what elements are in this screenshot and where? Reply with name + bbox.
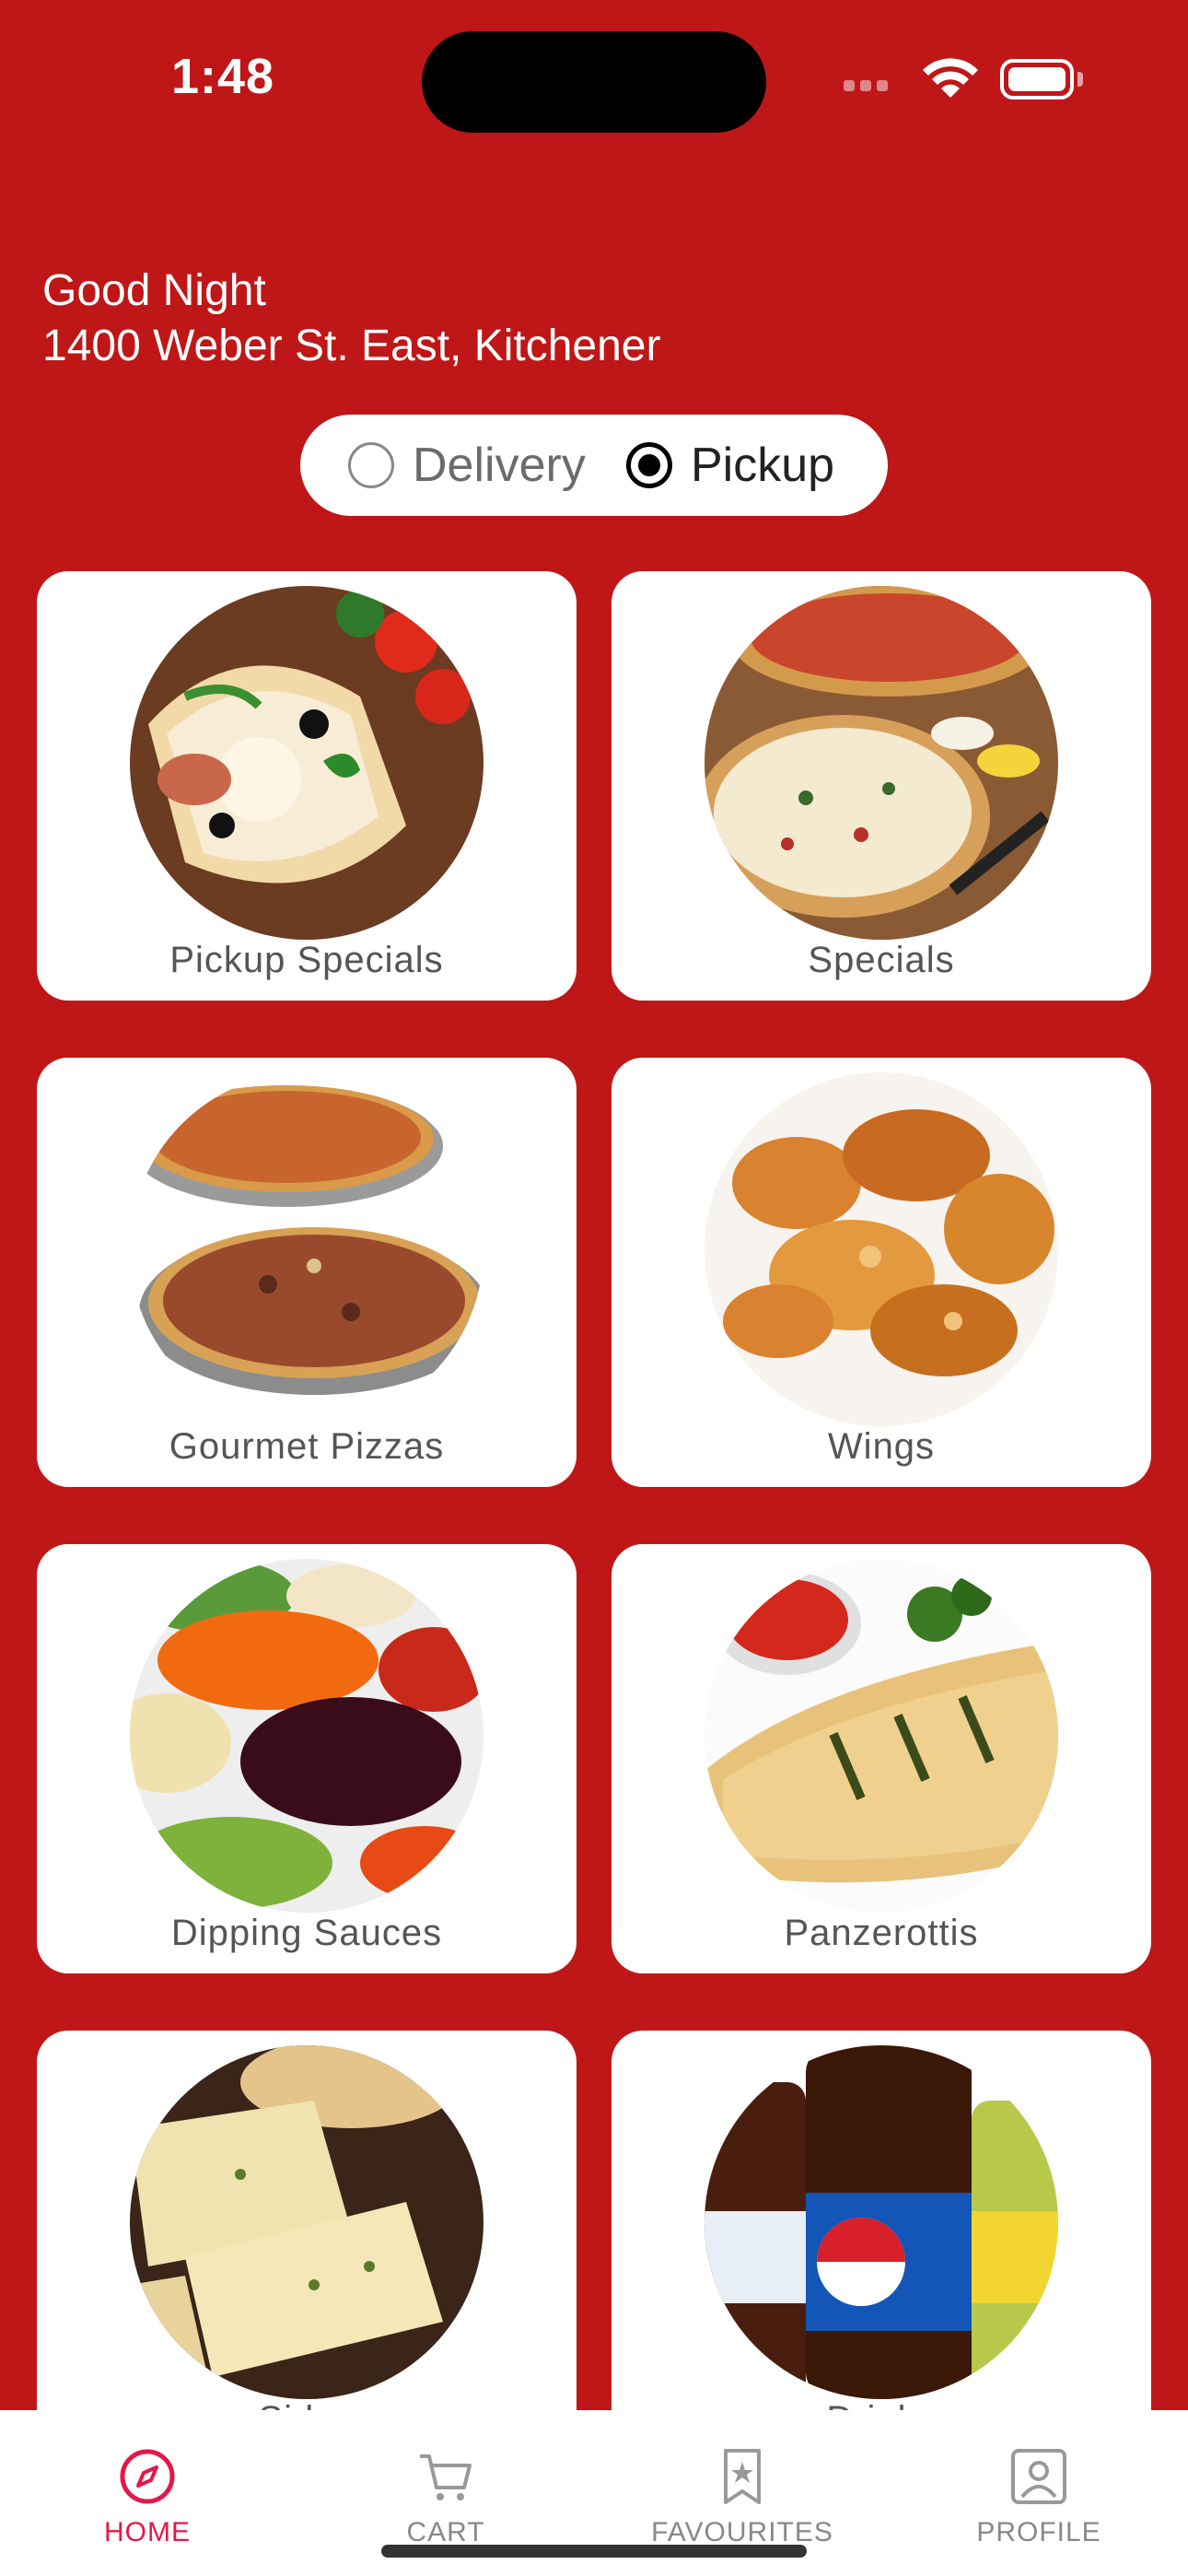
category-label: Gourmet Pizzas	[169, 1426, 445, 1467]
profile-icon	[1011, 2449, 1066, 2504]
category-label: Panzerottis	[784, 1913, 979, 1953]
sides-image	[130, 2045, 483, 2399]
tab-cart[interactable]: CART	[354, 2447, 538, 2548]
category-label: Wings	[827, 1426, 936, 1467]
home-indicator[interactable]	[381, 2545, 807, 2558]
wings-image	[705, 1072, 1058, 1426]
drinks-image	[705, 2045, 1058, 2399]
status-bar: 1:48	[0, 0, 1188, 157]
greeting-block: Good Night 1400 Weber St. East, Kitchene…	[42, 263, 660, 374]
tab-profile[interactable]: PROFILE	[947, 2447, 1131, 2548]
bookmark-star-icon	[724, 2449, 761, 2504]
compass-icon	[120, 2449, 175, 2504]
category-card-dipping-sauces[interactable]: Dipping Sauces	[37, 1544, 577, 1973]
category-label: Specials	[808, 940, 955, 980]
specials-image	[705, 586, 1058, 940]
delivery-radio[interactable]	[348, 442, 394, 488]
pickup-specials-image	[130, 586, 483, 940]
greeting-text: Good Night	[42, 266, 266, 315]
store-address: 1400 Weber St. East, Kitchener	[42, 322, 661, 370]
wifi-icon	[923, 58, 978, 98]
gourmet-pizzas-image	[130, 1072, 483, 1426]
tab-profile-label: PROFILE	[976, 2517, 1101, 2547]
category-label: Dipping Sauces	[170, 1913, 443, 1953]
tab-favourites[interactable]: FAVOURITES	[650, 2447, 834, 2548]
panzerottis-image	[705, 1559, 1058, 1913]
tab-cart-label: CART	[406, 2517, 485, 2547]
category-card-gourmet-pizzas[interactable]: Gourmet Pizzas	[37, 1058, 577, 1487]
battery-icon	[1000, 59, 1074, 100]
dynamic-island	[422, 31, 766, 133]
category-card-panzerottis[interactable]: Panzerottis	[611, 1544, 1151, 1973]
category-card-pickup-specials[interactable]: Pickup Specials	[37, 571, 577, 1001]
tab-favourites-label: FAVOURITES	[651, 2517, 833, 2547]
category-card-sides[interactable]: Sides	[37, 2031, 577, 2460]
order-mode-toggle: Delivery Pickup	[300, 415, 888, 516]
category-card-drinks[interactable]: Drinks	[611, 2031, 1151, 2460]
pickup-radio[interactable]	[626, 442, 672, 488]
cart-icon	[420, 2454, 472, 2500]
delivery-label: Delivery	[413, 439, 586, 492]
dipping-sauces-image	[130, 1559, 483, 1913]
delivery-option[interactable]: Delivery	[348, 415, 586, 516]
category-card-wings[interactable]: Wings	[611, 1058, 1151, 1487]
category-card-specials[interactable]: Specials	[611, 571, 1151, 1001]
cellular-signal-icon	[844, 79, 904, 92]
status-time: 1:48	[171, 49, 275, 104]
tab-home-label: HOME	[104, 2517, 191, 2547]
pickup-option[interactable]: Pickup	[626, 415, 834, 516]
pickup-label: Pickup	[691, 439, 835, 492]
tab-home[interactable]: HOME	[55, 2447, 239, 2548]
category-label: Pickup Specials	[169, 940, 444, 980]
